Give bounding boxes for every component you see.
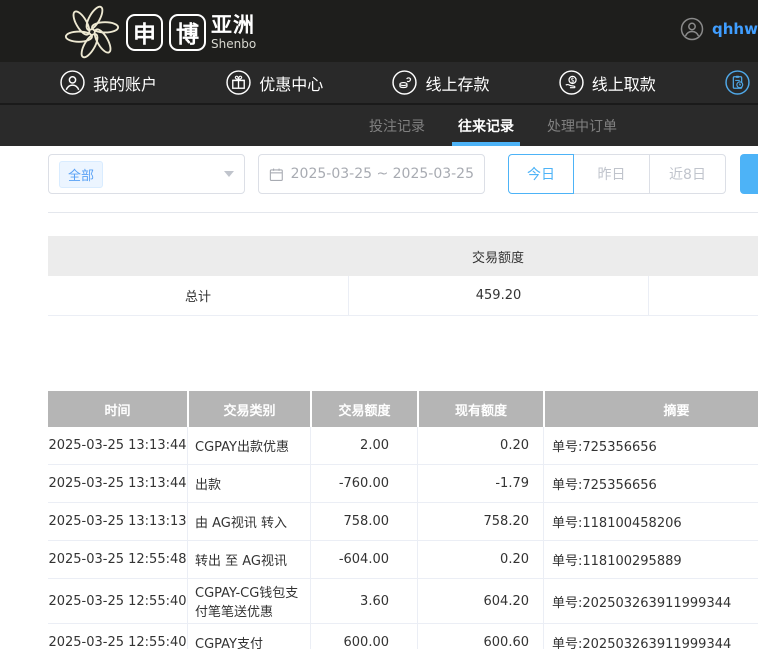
chevron-down-icon <box>224 171 234 177</box>
table-cell: 单号:202503263911999344 <box>543 579 758 623</box>
table-cell: -760.00 <box>310 465 417 502</box>
logo-region-text: 亚洲 <box>211 12 255 37</box>
table-cell: 2025-03-25 13:13:44 <box>48 438 187 453</box>
deposit-icon <box>392 70 418 95</box>
summary-header-row: 交易额度 <box>48 236 758 276</box>
type-select[interactable]: 全部 <box>48 154 245 194</box>
filter-bar: 全部 2025-03-25 ~ 2025-03-25 今日 昨日 近8日 <box>48 154 758 194</box>
table-cell: 出款 <box>187 465 310 502</box>
logo[interactable]: 申 博 亚洲 Shenbo <box>64 4 256 60</box>
table-row: 2025-03-25 13:13:44 出款 -760.00 -1.79 单号:7253… <box>48 465 758 503</box>
table-cell: 600.60 <box>417 624 543 649</box>
table-cell: 758.00 <box>310 503 417 540</box>
summary-total-value: 459.20 <box>348 276 648 315</box>
top-header: 申 博 亚洲 Shenbo qhhw2 <box>0 0 758 62</box>
username: qhhw2 <box>712 20 758 38</box>
nav-label: 优惠中心 <box>259 74 324 94</box>
table-cell: CGPAY支付 <box>187 624 310 649</box>
nav-label: 我的账户 <box>93 74 158 94</box>
nav-item-withdraw[interactable]: $ 线上取款 <box>559 70 656 95</box>
tab-label: 往来记录 <box>458 118 514 135</box>
user-account[interactable]: qhhw2 <box>680 17 758 41</box>
summary-table: 交易额度 总计 459.20 <box>48 236 758 316</box>
date-range-input[interactable]: 2025-03-25 ~ 2025-03-25 <box>258 154 485 194</box>
summary-total-row: 总计 459.20 <box>48 276 758 316</box>
table-cell: 2025-03-25 13:13:44 <box>48 476 187 491</box>
gift-icon <box>226 70 251 95</box>
table-cell: 2025-03-25 12:55:48 <box>48 552 187 567</box>
table-cell: -1.79 <box>417 465 543 502</box>
table-body: 2025-03-25 13:13:44 CGPAY出款优惠 2.00 0.20 单号:7… <box>48 427 758 649</box>
summary-header-label: 交易额度 <box>471 250 524 266</box>
table-cell: 单号:725356656 <box>543 465 758 502</box>
table-cell: 0.20 <box>417 541 543 578</box>
type-selected-chip[interactable]: 全部 <box>59 160 104 188</box>
summary-total-label: 总计 <box>184 290 211 305</box>
table-header-row: 时间 交易类别 交易额度 现有额度 摘要 <box>48 391 758 427</box>
table-cell: CGPAY-CG钱包支付笔笔送优惠 <box>187 579 310 623</box>
table-row: 2025-03-25 13:13:44 CGPAY出款优惠 2.00 0.20 单号:7… <box>48 427 758 465</box>
nav-label: 线上取款 <box>591 74 656 94</box>
transactions-table: 时间 交易类别 交易额度 现有额度 摘要 2025-03-25 13:13:44… <box>48 391 758 649</box>
col-header-amount: 交易额度 <box>310 391 417 427</box>
table-cell: 2025-03-25 12:55:40 <box>48 593 187 609</box>
table-row: 2025-03-25 12:55:40 CGPAY支付 600.00 600.60 单号… <box>48 624 758 649</box>
records-icon <box>725 70 750 95</box>
table-cell: 由 AG视讯 转入 <box>187 503 310 540</box>
nav-label: 线上存款 <box>425 74 490 94</box>
svg-text:$: $ <box>570 76 574 84</box>
table-cell: 2025-03-25 12:55:40 <box>48 635 187 649</box>
table-cell: 600.00 <box>310 624 417 649</box>
logo-char-shen: 申 <box>126 13 163 51</box>
tab-pending-orders[interactable]: 处理中订单 <box>544 105 620 146</box>
nav-item-promotions[interactable]: 优惠中心 <box>226 70 323 95</box>
col-header-summary: 摘要 <box>543 391 758 427</box>
tab-transaction-records[interactable]: 往来记录 <box>452 105 520 146</box>
calendar-icon <box>269 168 283 181</box>
table-cell: CGPAY出款优惠 <box>187 427 310 464</box>
withdraw-icon: $ <box>559 70 584 95</box>
table-cell: 0.20 <box>417 427 543 464</box>
today-button[interactable]: 今日 <box>508 154 574 194</box>
table-cell: 2.00 <box>310 427 417 464</box>
col-header-type: 交易类别 <box>187 391 310 427</box>
nav-item-deposit[interactable]: 线上存款 <box>392 70 489 95</box>
table-cell: -604.00 <box>310 541 417 578</box>
active-tab-underline <box>452 142 520 146</box>
table-cell: 758.20 <box>417 503 543 540</box>
tab-label: 投注记录 <box>369 118 425 135</box>
table-cell: 单号:725356656 <box>543 427 758 464</box>
nav-item-transaction-records[interactable]: 往来记录 <box>725 70 758 95</box>
main-navigation: 我的账户 优惠中心 线上存款 $ 线上取款 <box>0 62 758 105</box>
last8days-button[interactable]: 近8日 <box>649 154 726 194</box>
table-row: 2025-03-25 12:55:40 CGPAY-CG钱包支付笔笔送优惠 3.60… <box>48 579 758 624</box>
table-row: 2025-03-25 12:55:48 转出 至 AG视讯 -604.00 0.20 单… <box>48 541 758 579</box>
table-cell: 3.60 <box>310 579 417 623</box>
sub-navigation: 投注记录 往来记录 处理中订单 <box>0 105 758 146</box>
table-cell: 单号:202503263911999344 <box>543 624 758 649</box>
search-button[interactable] <box>740 154 758 194</box>
section-divider <box>48 212 758 213</box>
nav-item-my-account[interactable]: 我的账户 <box>60 70 157 95</box>
tab-betting-records[interactable]: 投注记录 <box>366 105 428 146</box>
col-header-balance: 现有额度 <box>417 391 543 427</box>
yesterday-button[interactable]: 昨日 <box>573 154 650 194</box>
table-cell: 2025-03-25 13:13:13 <box>48 514 187 529</box>
table-row: 2025-03-25 13:13:13 由 AG视讯 转入 758.00 758.20… <box>48 503 758 541</box>
user-icon <box>60 70 85 95</box>
table-cell: 单号:118100458206 <box>543 503 758 540</box>
tab-label: 处理中订单 <box>547 118 617 135</box>
table-cell: 转出 至 AG视讯 <box>187 541 310 578</box>
user-avatar-icon <box>680 17 704 41</box>
flower-logo-icon <box>64 5 120 59</box>
table-cell: 604.20 <box>417 579 543 623</box>
logo-subtitle: Shenbo <box>211 36 257 51</box>
col-header-time: 时间 <box>104 403 131 419</box>
table-cell: 单号:118100295889 <box>543 541 758 578</box>
logo-char-bo: 博 <box>169 13 206 51</box>
date-range-value: 2025-03-25 ~ 2025-03-25 <box>290 166 474 182</box>
quick-date-buttons: 今日 昨日 近8日 <box>508 154 726 194</box>
